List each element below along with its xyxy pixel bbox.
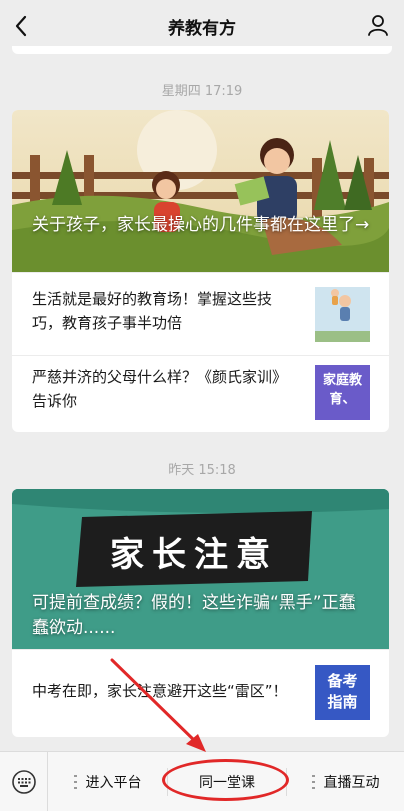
menu-item-platform[interactable]: 进入平台 [48,752,167,811]
article-item-title: 严慈并济的父母什么样？《颜氏家训》告诉你 [32,368,288,410]
menu-item-label: 进入平台 [85,775,142,791]
previous-card-edge [12,46,392,54]
article-list-item[interactable]: 中考在即，家长注意避开这些“雷区”！ 备考指南 [12,649,389,737]
cover-banner-text: 家长注意 [110,535,278,575]
thumbnail-caption: 家庭教育、 [322,373,362,407]
menu-item-label: 直播互动 [323,775,380,791]
keyboard-toggle[interactable] [0,752,48,811]
article-item-title: 生活就是最好的教育场！掌握这些技巧，教育孩子事半功倍 [32,290,273,332]
profile-icon[interactable] [366,13,390,37]
article-thumbnail [315,287,370,342]
back-arrow-icon[interactable] [10,14,34,38]
message-timestamp: 昨天 15:18 [168,463,236,478]
article-thumbnail: 家庭教育、 [315,365,370,420]
article-list-item[interactable]: 严慈并济的父母什么样？《颜氏家训》告诉你 家庭教育、 [12,355,389,428]
article-headline: 关于孩子，家长最操心的几件事都在这里了→ [32,215,370,235]
article-cover[interactable]: 家长注意 可提前查成绩？假的！这些诈骗“黑手”正蠢蠢欲动...... [12,489,389,649]
thumbnail-caption: 备考指南 [327,672,358,711]
header-bar: 养教有方 [0,0,404,52]
cover-illustration [12,110,389,272]
article-card: 家长注意 可提前查成绩？假的！这些诈骗“黑手”正蠢蠢欲动...... 中考在即，… [12,489,389,737]
article-cover[interactable]: 关于孩子，家长最操心的几件事都在这里了→ [12,110,389,272]
submenu-icon [73,775,78,789]
submenu-icon [311,775,316,789]
keyboard-icon [11,770,36,794]
message-timestamp: 星期四 17:19 [161,84,243,99]
article-item-title: 中考在即，家长注意避开这些“雷区”！ [32,682,288,700]
article-card: 关于孩子，家长最操心的几件事都在这里了→ 生活就是最好的教育场！掌握这些技巧，教… [12,110,389,432]
article-headline: 可提前查成绩？假的！这些诈骗“黑手”正蠢蠢欲动...... [32,593,356,638]
annotation-highlight-ellipse [162,759,289,801]
article-thumbnail: 备考指南 [315,665,370,720]
article-list-item[interactable]: 生活就是最好的教育场！掌握这些技巧，教育孩子事半功倍 [12,272,389,345]
menu-item-live[interactable]: 直播互动 [287,752,404,811]
page-title: 养教有方 [168,18,236,39]
